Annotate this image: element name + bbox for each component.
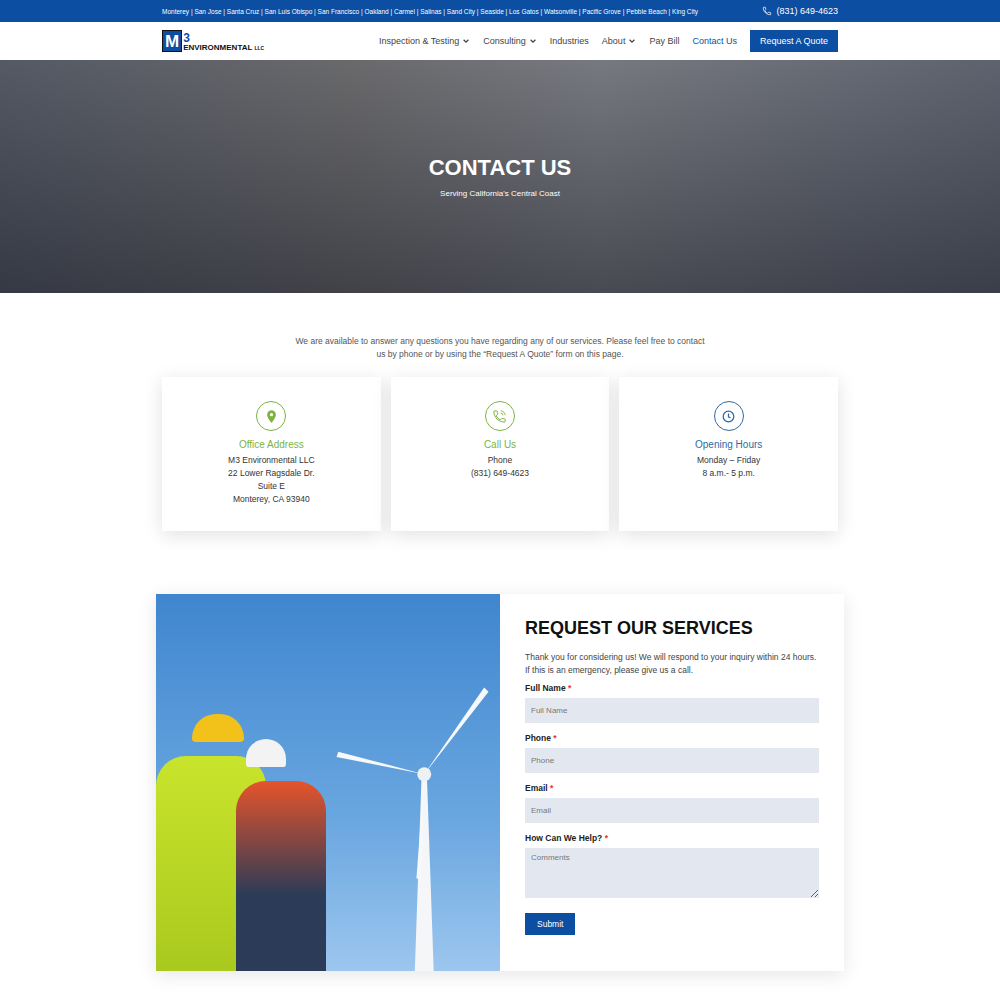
comments-textarea[interactable] <box>525 848 819 898</box>
nav-item[interactable]: Consulting <box>483 36 537 46</box>
logo-mark: M <box>162 30 182 52</box>
form-title: REQUEST OUR SERVICES <box>525 618 819 639</box>
required-mark: * <box>568 683 571 693</box>
card-line: (831) 649-4623 <box>471 467 529 480</box>
request-quote-button[interactable]: Request A Quote <box>750 30 838 52</box>
nav-label: Industries <box>550 36 589 46</box>
card-icon-ring <box>485 401 515 431</box>
workers-figure <box>156 721 346 971</box>
nav-label: Inspection & Testing <box>379 36 459 46</box>
workers-photo <box>156 594 500 971</box>
intro-text: We are available to answer any questions… <box>295 335 705 361</box>
logo-name: ENVIRONMENTAL LLC <box>183 44 264 52</box>
card-title: Opening Hours <box>695 439 762 450</box>
phone-link[interactable]: (831) 649-4623 <box>762 6 838 16</box>
request-form: REQUEST OUR SERVICES Thank you for consid… <box>500 594 844 971</box>
hero: CONTACT US Serving California's Central C… <box>0 60 1000 293</box>
logo-suffix: LLC <box>254 45 264 51</box>
submit-button[interactable]: Submit <box>525 913 575 935</box>
card-line: Phone <box>488 454 513 467</box>
card-line: 8 a.m.- 5 p.m. <box>702 467 754 480</box>
card-title: Office Address <box>239 439 304 450</box>
nav-item[interactable]: About <box>602 36 637 46</box>
hero-title: CONTACT US <box>429 155 572 181</box>
logo-text: 3ENVIRONMENTAL LLC <box>183 32 264 52</box>
chevron-down-icon <box>529 37 537 45</box>
required-mark: * <box>553 733 556 743</box>
field-label: Full Name * <box>525 683 819 693</box>
card-line: Monday – Friday <box>697 454 760 467</box>
nav-item[interactable]: Contact Us <box>692 36 737 46</box>
required-mark: * <box>550 783 553 793</box>
logo[interactable]: M3ENVIRONMENTAL LLC <box>162 30 264 52</box>
form-field: Full Name * <box>525 683 819 723</box>
contact-card: Opening Hours Monday – Friday8 a.m.- 5 p.… <box>619 377 838 531</box>
card-line: Monterey, CA 93940 <box>233 493 310 506</box>
city-list: Monterey | San Jose | Santa Cruz | San L… <box>162 8 698 15</box>
nav-label: About <box>602 36 626 46</box>
text-input[interactable] <box>525 748 819 773</box>
card-title: Call Us <box>484 439 516 450</box>
chevron-down-icon <box>462 37 470 45</box>
clock-icon <box>721 409 736 424</box>
phone-icon <box>762 6 772 16</box>
form-description: Thank you for considering us! We will re… <box>525 651 819 677</box>
form-field: Email * <box>525 783 819 823</box>
hero-subtitle: Serving California's Central Coast <box>440 189 560 198</box>
field-label: Phone * <box>525 733 819 743</box>
nav-label: Consulting <box>483 36 526 46</box>
form-field: Phone * <box>525 733 819 773</box>
phone-icon <box>492 409 507 424</box>
card-line: 22 Lower Ragsdale Dr. <box>228 467 314 480</box>
card-icon-ring <box>714 401 744 431</box>
top-bar: Monterey | San Jose | Santa Cruz | San L… <box>0 0 1000 22</box>
contact-card: Office Address M3 Environmental LLC22 Low… <box>162 377 381 531</box>
contact-card: Call Us Phone(831) 649-4623 <box>391 377 610 531</box>
nav-label: Contact Us <box>692 36 737 46</box>
phone-text: (831) 649-4623 <box>776 6 838 16</box>
field-label: Email * <box>525 783 819 793</box>
chevron-down-icon <box>628 37 636 45</box>
nav-item[interactable]: Pay Bill <box>649 36 679 46</box>
nav-label: Pay Bill <box>649 36 679 46</box>
form-field: How Can We Help? * <box>525 833 819 898</box>
field-label: How Can We Help? * <box>525 833 819 843</box>
request-section: REQUEST OUR SERVICES Thank you for consid… <box>156 594 844 971</box>
card-line: Suite E <box>258 480 285 493</box>
nav-item[interactable]: Industries <box>550 36 589 46</box>
card-line: M3 Environmental LLC <box>228 454 314 467</box>
main-nav: Inspection & Testing Consulting Industries… <box>379 30 838 52</box>
nav-bar: M3ENVIRONMENTAL LLC Inspection & Testing C… <box>0 22 1000 60</box>
location-pin-icon <box>264 409 279 424</box>
page: Monterey | San Jose | Santa Cruz | San L… <box>0 0 1000 1000</box>
text-input[interactable] <box>525 798 819 823</box>
nav-item[interactable]: Inspection & Testing <box>379 36 470 46</box>
card-icon-ring <box>256 401 286 431</box>
required-mark: * <box>605 833 608 843</box>
wind-turbine-figure <box>306 644 500 971</box>
text-input[interactable] <box>525 698 819 723</box>
contact-cards: Office Address M3 Environmental LLC22 Low… <box>162 377 838 531</box>
logo-superscript: 3 <box>183 32 264 44</box>
